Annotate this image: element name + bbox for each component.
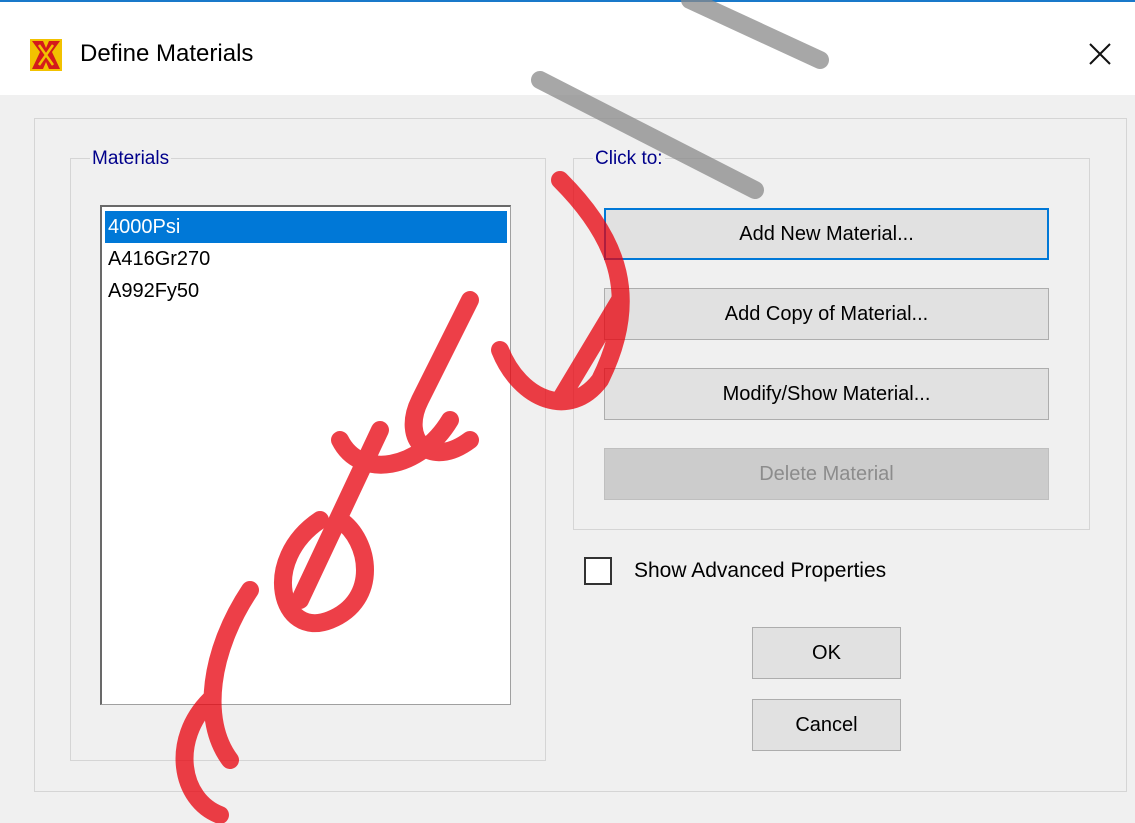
materials-group-label: Materials (90, 148, 172, 170)
show-advanced-properties-label: Show Advanced Properties (634, 559, 887, 582)
add-new-material-button[interactable]: Add New Material... (604, 208, 1049, 260)
close-button[interactable] (1065, 30, 1135, 78)
ok-button[interactable]: OK (752, 627, 901, 679)
delete-material-button[interactable]: Delete Material (604, 448, 1049, 500)
show-advanced-properties-checkbox[interactable] (584, 557, 612, 585)
title-bar: Define Materials (0, 0, 1135, 95)
close-icon (1089, 43, 1111, 65)
add-copy-material-button[interactable]: Add Copy of Material... (604, 288, 1049, 340)
material-list-item[interactable]: 4000Psi (105, 211, 507, 243)
material-list-item[interactable]: A416Gr270 (105, 243, 507, 275)
actions-group-label: Click to: (593, 148, 665, 170)
modify-show-material-button[interactable]: Modify/Show Material... (604, 368, 1049, 420)
material-list-item[interactable]: A992Fy50 (105, 275, 507, 307)
cancel-button[interactable]: Cancel (752, 699, 901, 751)
app-icon (30, 39, 62, 71)
materials-listbox[interactable]: 4000Psi A416Gr270 A992Fy50 (100, 205, 511, 705)
window-title: Define Materials (80, 40, 254, 67)
define-materials-dialog: Define Materials Materials 4000Psi A416G… (0, 0, 1135, 823)
